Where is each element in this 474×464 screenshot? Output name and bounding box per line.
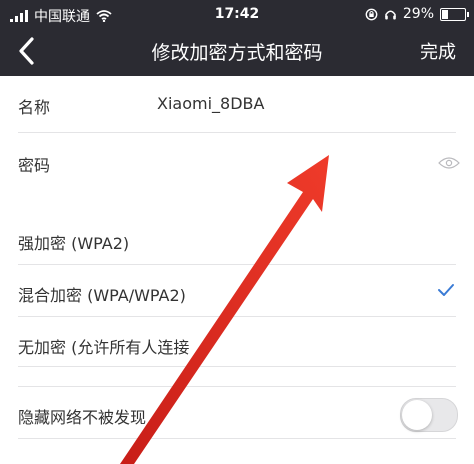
encryption-option-wpa-wpa2[interactable]: 混合加密 (WPA/WPA2) bbox=[0, 266, 474, 318]
option-label: 混合加密 (WPA/WPA2) bbox=[18, 286, 186, 305]
encryption-option-none[interactable]: 无加密 (允许所有人连接 bbox=[0, 318, 474, 370]
divider bbox=[18, 438, 456, 439]
divider bbox=[18, 132, 456, 133]
divider bbox=[18, 316, 456, 317]
headphones-icon bbox=[385, 10, 396, 19]
eye-icon[interactable] bbox=[438, 156, 460, 170]
password-row[interactable]: 密码 bbox=[0, 136, 474, 188]
checkmark-icon bbox=[438, 284, 454, 296]
top-bar: 中国联通 17:42 29% 修改加密方式和密码 完成 bbox=[0, 0, 474, 76]
encryption-option-wpa2[interactable]: 强加密 (WPA2) bbox=[0, 214, 474, 266]
battery-icon bbox=[440, 7, 469, 21]
done-button[interactable]: 完成 bbox=[420, 38, 456, 64]
orientation-lock-icon bbox=[365, 8, 378, 20]
settings-list: 名称 Xiaomi_8DBA 密码 强加密 (WPA2) 混合加密 (WPA/W… bbox=[0, 76, 474, 464]
hidden-network-row: 隐藏网络不被发现 bbox=[0, 388, 474, 440]
status-bar: 中国联通 17:42 29% bbox=[0, 0, 474, 28]
toggle-knob bbox=[402, 400, 432, 430]
page-title: 修改加密方式和密码 bbox=[151, 42, 323, 64]
hidden-network-toggle[interactable] bbox=[400, 398, 458, 432]
navigation-bar: 修改加密方式和密码 完成 bbox=[0, 28, 474, 76]
password-label: 密码 bbox=[18, 156, 51, 175]
name-label: 名称 bbox=[18, 98, 51, 117]
option-label: 强加密 (WPA2) bbox=[18, 234, 130, 253]
battery-percent: 29% bbox=[402, 6, 434, 22]
hidden-network-label: 隐藏网络不被发现 bbox=[18, 408, 147, 427]
divider bbox=[18, 264, 456, 265]
divider bbox=[18, 386, 456, 387]
name-value[interactable]: Xiaomi_8DBA bbox=[157, 94, 264, 113]
option-label: 无加密 (允许所有人连接 bbox=[18, 338, 190, 357]
divider bbox=[18, 366, 456, 367]
name-row[interactable]: 名称 Xiaomi_8DBA bbox=[0, 78, 474, 130]
